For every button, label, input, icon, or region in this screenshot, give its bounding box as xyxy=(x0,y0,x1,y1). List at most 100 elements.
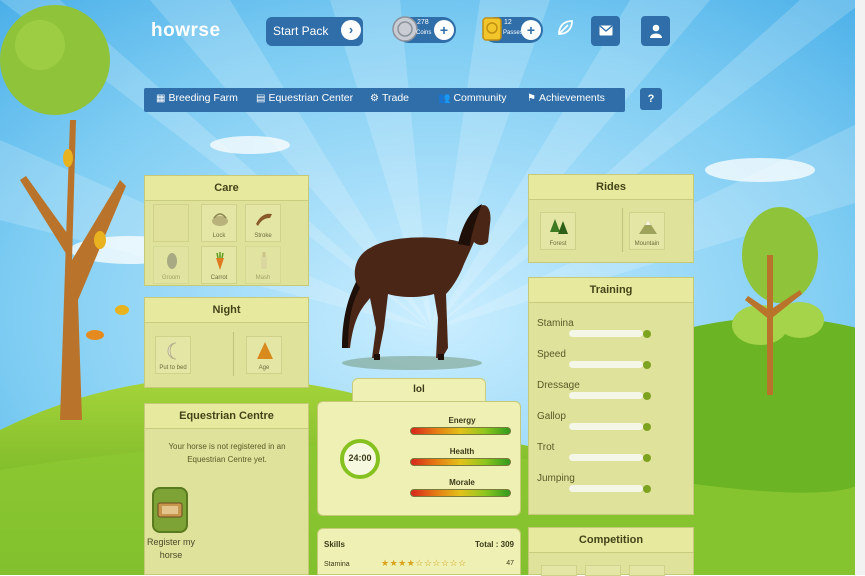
care-stroke-button[interactable]: Stroke xyxy=(245,204,281,242)
hoof-pick-icon xyxy=(167,253,177,269)
nav-achievements[interactable]: ⚑ Achievements xyxy=(527,92,605,104)
care-empty-slot xyxy=(153,204,189,242)
training-panel: Training Stamina Speed Dressage Gallop Trot J… xyxy=(528,277,694,515)
register-horse-button[interactable] xyxy=(152,487,188,533)
training-progress-marker[interactable] xyxy=(643,485,651,493)
messages-button[interactable] xyxy=(591,16,620,46)
hourglass-icon xyxy=(257,342,273,359)
morale-bar xyxy=(410,489,511,497)
care-lock-label: Lock xyxy=(212,233,226,239)
skill-value: 47 xyxy=(506,560,514,567)
nav-equestrian-center-label: Equestrian Center xyxy=(268,92,354,104)
ride-forest-button[interactable]: Forest xyxy=(540,212,576,250)
add-passes-button[interactable]: + xyxy=(521,20,541,40)
health-label: Health xyxy=(449,447,475,456)
lock-icon xyxy=(212,213,228,226)
passes-icon xyxy=(482,17,502,41)
skills-title: Skills xyxy=(324,540,345,549)
horse-name-tab[interactable]: lol xyxy=(352,378,486,402)
nav-equestrian-center[interactable]: ▤ Equestrian Center xyxy=(256,92,353,104)
training-progress-marker[interactable] xyxy=(643,392,651,400)
register-horse-label[interactable]: Register my horse xyxy=(147,536,195,562)
care-lock-button[interactable]: Lock xyxy=(201,204,237,242)
training-progress-marker[interactable] xyxy=(643,330,651,338)
training-progress-bar xyxy=(569,454,643,461)
forest-icon xyxy=(550,219,568,234)
care-title: Care xyxy=(145,176,308,201)
night-divider xyxy=(233,332,234,376)
training-title: Training xyxy=(529,278,693,303)
mountain-icon xyxy=(639,220,657,234)
equestrian-centre-title: Equestrian Centre xyxy=(145,404,308,429)
care-groom-label: Groom xyxy=(161,275,181,281)
training-progress-bar xyxy=(569,330,643,337)
competition-panel: Competition xyxy=(528,527,694,576)
coins-icon xyxy=(392,16,418,42)
howrse-logo[interactable]: howrse xyxy=(151,20,221,42)
competition-slot[interactable] xyxy=(585,565,621,576)
care-carrot-button[interactable]: Carrot xyxy=(201,246,237,284)
ride-mountain-button[interactable]: Mountain xyxy=(629,212,665,250)
put-to-bed-button[interactable]: Put to bed xyxy=(155,336,191,374)
age-button[interactable]: Age xyxy=(246,336,282,374)
put-to-bed-label: Put to bed xyxy=(159,365,187,371)
coins-label: Coins xyxy=(416,30,432,36)
passes-count: 12 xyxy=(504,19,512,26)
trade-icon: ⚙ xyxy=(370,93,379,104)
passes-counter: 12 Passes + xyxy=(482,17,543,43)
passes-label: Passes xyxy=(503,30,523,36)
equestrian-centre-panel: Equestrian Centre Your horse is not regi… xyxy=(144,403,309,575)
moon-icon xyxy=(167,342,177,360)
nav-community[interactable]: 👥 Community xyxy=(438,92,507,104)
coins-counter: 278 Coins + xyxy=(392,16,456,43)
start-pack-button[interactable]: Start Pack › xyxy=(266,17,363,46)
profile-button[interactable] xyxy=(641,16,670,46)
competition-slot[interactable] xyxy=(541,565,577,576)
start-pack-label: Start Pack xyxy=(273,24,329,38)
nav-breeding-farm[interactable]: ▦ Breeding Farm xyxy=(156,92,238,104)
chevron-right-icon: › xyxy=(341,20,361,40)
coins-count: 278 xyxy=(417,19,429,26)
care-carrot-label: Carrot xyxy=(210,275,228,281)
skill-stars: ★★★★☆☆☆☆☆☆ xyxy=(381,558,467,568)
competition-title: Competition xyxy=(529,528,693,553)
help-button[interactable]: ? xyxy=(640,88,662,110)
competition-slot[interactable] xyxy=(629,565,665,576)
mash-bottle-icon xyxy=(261,252,267,269)
community-icon: 👥 xyxy=(438,93,451,104)
nav-breeding-farm-label: Breeding Farm xyxy=(168,92,238,104)
leaf-icon[interactable] xyxy=(556,19,574,37)
nav-trade-label: Trade xyxy=(381,92,410,104)
horse-name: lol xyxy=(413,384,425,395)
ride-forest-label: Forest xyxy=(549,241,567,247)
nav-trade[interactable]: ⚙ Trade xyxy=(370,92,409,104)
care-panel: Care Lock Stroke Groom Carrot Mash xyxy=(144,175,309,286)
equestrian-centre-message: Your horse is not registered in an Eques… xyxy=(168,442,286,464)
age-label: Age xyxy=(258,365,270,371)
timer-value: 24:00 xyxy=(348,453,372,463)
horse-image xyxy=(342,204,491,370)
care-stroke-label: Stroke xyxy=(254,233,272,239)
ride-mountain-label: Mountain xyxy=(634,241,660,247)
training-label: Speed xyxy=(537,349,566,360)
rides-divider xyxy=(622,208,623,252)
training-progress-bar xyxy=(569,485,643,492)
training-progress-marker[interactable] xyxy=(643,423,651,431)
care-mash-button[interactable]: Mash xyxy=(245,246,281,284)
achievements-icon: ⚑ xyxy=(527,93,536,104)
care-groom-button[interactable]: Groom xyxy=(153,246,189,284)
skill-name: Stamina xyxy=(324,561,350,568)
training-label: Gallop xyxy=(537,411,566,422)
health-bar xyxy=(410,458,511,466)
morale-label: Morale xyxy=(449,478,475,487)
night-panel: Night Put to bed Age xyxy=(144,297,309,388)
skills-total: Total : 309 xyxy=(475,540,514,549)
training-progress-marker[interactable] xyxy=(643,454,651,462)
training-label: Dressage xyxy=(537,380,580,391)
add-coins-button[interactable]: + xyxy=(434,20,454,40)
skills-panel: Skills Total : 309 Stamina ★★★★☆☆☆☆☆☆ 47 xyxy=(317,528,521,575)
training-progress-marker[interactable] xyxy=(643,361,651,369)
carrot-icon xyxy=(216,252,224,270)
main-navigation: ▦ Breeding Farm ▤ Equestrian Center ⚙ Trade… xyxy=(144,88,625,112)
training-progress-bar xyxy=(569,423,643,430)
